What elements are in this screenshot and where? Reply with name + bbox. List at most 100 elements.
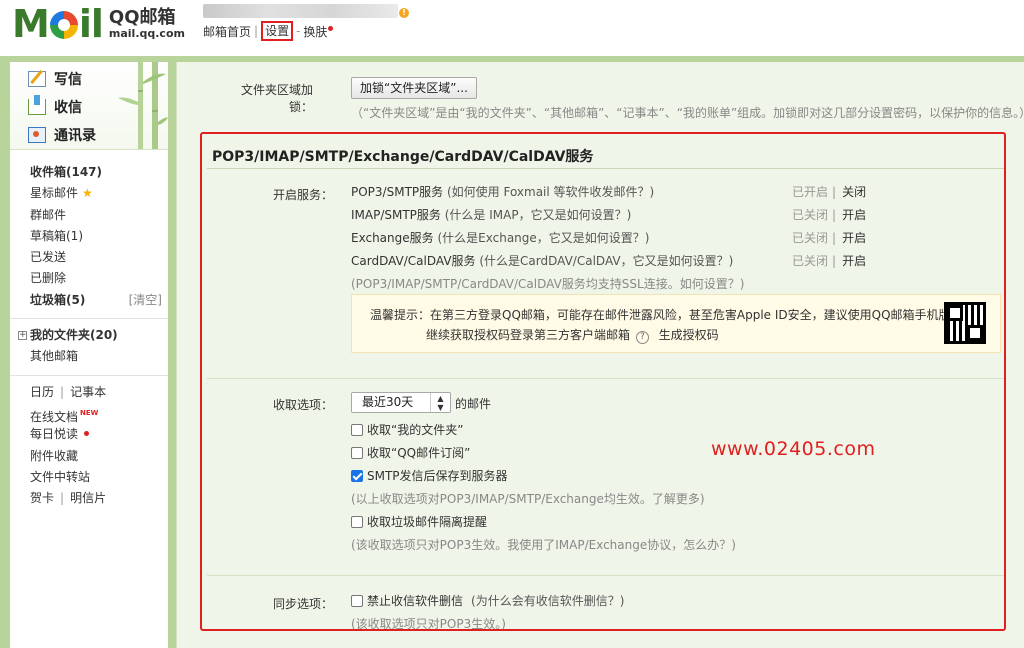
- folder-sent[interactable]: 已发送: [30, 247, 168, 268]
- service-help-link[interactable]: (什么是CardDAV/CalDAV，它又是如何设置？): [479, 254, 733, 268]
- receive-option-row[interactable]: SMTP发信后保存到服务器: [351, 467, 508, 484]
- divider: [10, 368, 168, 376]
- folder-group[interactable]: 群邮件: [30, 205, 168, 226]
- receive-option-row[interactable]: 收取“QQ邮件订阅”: [351, 444, 470, 461]
- receive-option-label: SMTP发信后保存到服务器: [367, 469, 508, 483]
- qq-mail-logo[interactable]: Mil QQ邮箱 mail.qq.com: [12, 4, 185, 44]
- separator: |: [60, 491, 65, 506]
- app-online-docs[interactable]: 在线文档 NEW: [30, 403, 168, 424]
- service-status: 已关闭: [792, 208, 829, 222]
- services-label: 开启服务：: [272, 188, 333, 202]
- sidebar: 写信 收信 通讯录 收件箱(147) 星标邮件 ★ 群邮件 草稿箱(1) 已发送 …: [10, 62, 168, 648]
- sync-option-row[interactable]: 禁止收信软件删信 (为什么会有收信软件删信？): [351, 592, 624, 609]
- folder-spam-label: 垃圾箱(5): [30, 292, 86, 307]
- app-daily-reading-label: 每日悦读: [30, 427, 79, 442]
- sync-help-link[interactable]: (为什么会有收信软件删信？): [471, 592, 624, 609]
- inbox-download-icon: [28, 95, 46, 115]
- service-name: CardDAV/CalDAV服务: [351, 254, 476, 268]
- app-notes-link[interactable]: 记事本: [70, 385, 106, 399]
- checkbox[interactable]: [351, 594, 363, 607]
- separator: |: [60, 384, 65, 399]
- service-exchange-status: 已关闭 | 开启: [792, 231, 867, 245]
- qr-code-icon: [944, 302, 986, 344]
- folder-spam[interactable]: 垃圾箱(5) [清空]: [30, 290, 168, 311]
- receive-range-value: 最近30天: [362, 395, 414, 409]
- service-help-link[interactable]: (什么是 IMAP，它又是如何设置？): [445, 208, 632, 222]
- service-imap-row: IMAP/SMTP服务 (什么是 IMAP，它又是如何设置？): [351, 206, 631, 223]
- generate-auth-code-link[interactable]: 生成授权码: [659, 328, 719, 342]
- unread-dot-icon: [84, 431, 90, 437]
- skin-new-dot-icon: [328, 25, 334, 31]
- folder-other-mailbox[interactable]: 其他邮箱: [30, 346, 168, 367]
- my-folders-label: 我的文件夹(20): [30, 328, 118, 343]
- service-pop3-status: 已开启 | 关闭: [792, 185, 867, 199]
- sync-option-label: 禁止收信软件删信: [367, 594, 464, 608]
- spam-clear-link[interactable]: [清空]: [129, 290, 162, 311]
- service-toggle-link[interactable]: 开启: [842, 208, 866, 222]
- divider: [10, 311, 168, 320]
- nav-skin-link[interactable]: 换肤: [303, 23, 334, 40]
- user-account-blurred: [203, 4, 398, 18]
- help-circle-icon[interactable]: ?: [635, 331, 649, 344]
- compose-receive-button[interactable]: 收信: [28, 95, 82, 117]
- star-icon: ★: [82, 186, 93, 201]
- receive-hint-2[interactable]: (该收取选项只对POP3生效。我使用了IMAP/Exchange协议，怎么办？): [351, 536, 736, 553]
- service-name: Exchange服务: [351, 231, 434, 245]
- receive-option-row[interactable]: 收取“我的文件夹”: [351, 421, 463, 438]
- bamboo-decoration-icon: [118, 62, 168, 149]
- apps-cards-row: 贺卡 | 明信片: [30, 488, 168, 509]
- checkbox[interactable]: [351, 446, 363, 459]
- settings-content: 文件夹区域加锁： 加锁“文件夹区域”... （“文件夹区域”是由“我的文件夹”、…: [176, 62, 1024, 648]
- spam-reminder-label: 收取垃圾邮件隔离提醒: [367, 515, 488, 529]
- service-help-link[interactable]: (什么是Exchange，它又是如何设置？): [437, 231, 649, 245]
- receive-option-label: 收取“我的文件夹”: [367, 423, 464, 437]
- app-attachments[interactable]: 附件收藏: [30, 446, 168, 467]
- checkbox[interactable]: [351, 515, 363, 528]
- logo-circle-icon: [49, 11, 78, 39]
- service-caldav-row: CardDAV/CalDAV服务 (什么是CardDAV/CalDAV，它又是如…: [351, 252, 733, 269]
- service-toggle-link[interactable]: 关闭: [842, 185, 866, 199]
- service-pop3-row: POP3/SMTP服务 (如何使用 Foxmail 等软件收发邮件？): [351, 183, 654, 200]
- app-cards-link[interactable]: 贺卡: [30, 491, 54, 505]
- pencil-icon: [28, 71, 46, 87]
- folder-drafts[interactable]: 草稿箱(1): [30, 226, 168, 247]
- folder-my-folders[interactable]: + 我的文件夹(20): [18, 325, 168, 346]
- service-toggle-link[interactable]: 开启: [842, 231, 866, 245]
- contacts-button[interactable]: 通讯录: [28, 125, 96, 145]
- service-help-link[interactable]: (如何使用 Foxmail 等软件收发邮件？): [447, 185, 654, 199]
- security-tip-box: 温馨提示：在第三方登录QQ邮箱，可能存在邮件泄露风险，甚至危害Apple ID安…: [351, 294, 1001, 353]
- ssl-hint[interactable]: (POP3/IMAP/SMTP/CardDAV/CalDAV服务均支持SSL连接…: [351, 275, 744, 292]
- nav-home-link[interactable]: 邮箱首页: [203, 23, 251, 40]
- receive-range-suffix: 的邮件: [455, 397, 492, 411]
- app-calendar-link[interactable]: 日历: [30, 385, 54, 399]
- header: Mil QQ邮箱 mail.qq.com ! 邮箱首页 | 设置 - 换肤: [0, 0, 1024, 56]
- service-toggle-link[interactable]: 开启: [842, 254, 866, 268]
- service-status: 已关闭: [792, 254, 829, 268]
- nav-settings-link[interactable]: 设置: [261, 21, 294, 41]
- folder-inbox[interactable]: 收件箱(147): [30, 162, 168, 183]
- tip-line-2-text: 继续获取授权码登录第三方客户端邮箱: [426, 328, 631, 342]
- folder-starred[interactable]: 星标邮件 ★: [30, 183, 168, 204]
- expand-plus-icon[interactable]: +: [18, 331, 27, 341]
- app-postcards-link[interactable]: 明信片: [70, 491, 106, 505]
- app-file-transfer[interactable]: 文件中转站: [30, 467, 168, 488]
- receive-options-label: 收取选项：: [272, 398, 333, 412]
- checkbox-checked[interactable]: [351, 469, 363, 482]
- app-daily-reading[interactable]: 每日悦读: [30, 424, 168, 445]
- folder-lock-hint: （“文件夹区域”是由“我的文件夹”、“其他邮箱”、“记事本”、“我的账单”组成。…: [351, 106, 1024, 120]
- logo-domain: mail.qq.com: [108, 27, 185, 40]
- service-exchange-row: Exchange服务 (什么是Exchange，它又是如何设置？): [351, 229, 649, 246]
- sync-hint: (该收取选项只对POP3生效。): [351, 617, 506, 631]
- receive-range-select[interactable]: 最近30天 ▲ ▼: [351, 392, 451, 413]
- receive-hint-1[interactable]: (以上收取选项对POP3/IMAP/SMTP/Exchange均生效。了解更多): [351, 490, 705, 507]
- contacts-label: 通讯录: [54, 128, 96, 144]
- notice-icon[interactable]: !: [399, 8, 409, 18]
- checkbox[interactable]: [351, 423, 363, 436]
- section-title: POP3/IMAP/SMTP/Exchange/CardDAV/CalDAV服务: [212, 149, 594, 165]
- folder-lock-button[interactable]: 加锁“文件夹区域”...: [351, 77, 477, 99]
- compose-write-button[interactable]: 写信: [28, 69, 82, 89]
- spam-reminder-row[interactable]: 收取垃圾邮件隔离提醒: [351, 513, 487, 530]
- service-status: 已关闭: [792, 231, 829, 245]
- folder-deleted[interactable]: 已删除: [30, 268, 168, 289]
- nav-separator: |: [254, 24, 259, 38]
